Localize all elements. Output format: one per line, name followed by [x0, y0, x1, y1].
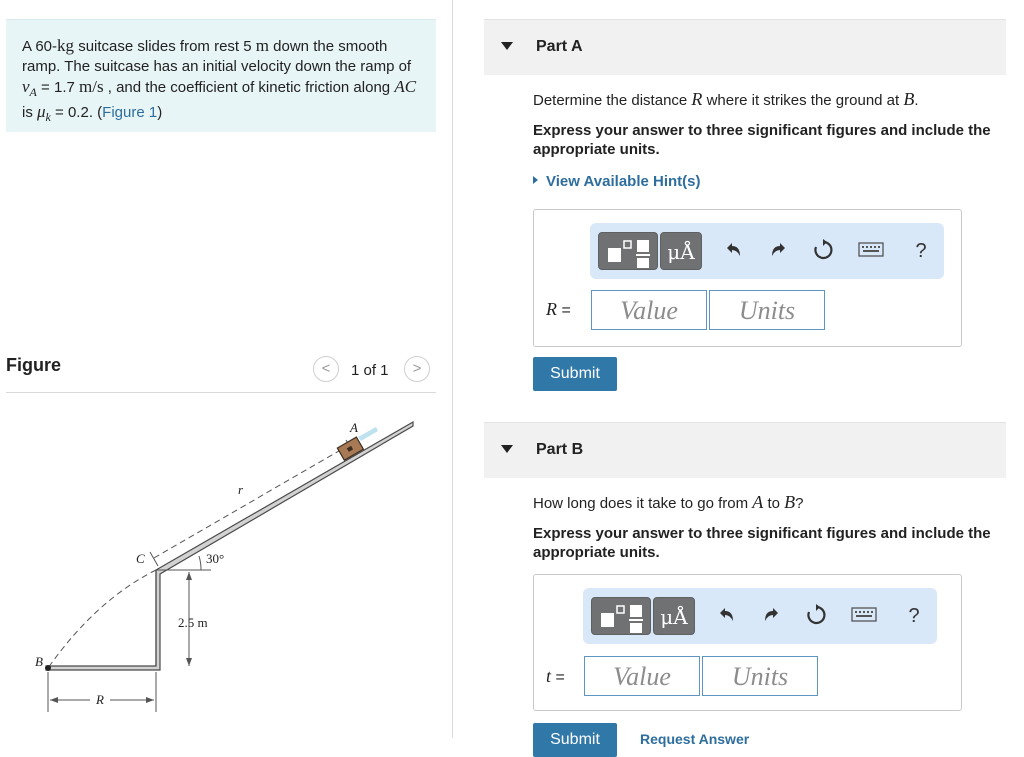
templates-button[interactable]: [591, 597, 651, 635]
part-a-label: Part A: [536, 38, 583, 55]
part-b-instructions: Express your answer to three significant…: [533, 525, 991, 561]
figure-divider: [6, 392, 436, 393]
keyboard-icon[interactable]: [849, 604, 879, 628]
part-a-submit-button[interactable]: Submit: [533, 357, 617, 391]
problem-statement: A 60-kg suitcase slides from rest 5 m do…: [6, 19, 436, 132]
help-icon[interactable]: ?: [908, 239, 934, 263]
part-a-question: Determine the distance R where it strike…: [533, 89, 919, 109]
part-a-units-input[interactable]: Units: [709, 290, 825, 330]
chevron-left-icon: <: [321, 360, 331, 377]
label-C: C: [136, 551, 145, 566]
figure-title: Figure: [6, 355, 62, 375]
fraction-template-icon: [601, 605, 643, 633]
figure-prev-button[interactable]: <: [313, 356, 339, 382]
part-a-answer-box: μÅ ? R = Value Units: [533, 209, 962, 347]
label-angle: 30°: [206, 551, 224, 566]
templates-button[interactable]: [598, 232, 658, 270]
reset-icon[interactable]: [803, 604, 829, 628]
part-a-value-input[interactable]: Value: [591, 290, 707, 330]
figure-next-button[interactable]: >: [404, 356, 430, 382]
trajectory-curve: [47, 569, 157, 669]
part-b-label: Part B: [536, 441, 584, 458]
column-divider: [452, 0, 453, 738]
label-r: r: [238, 482, 244, 497]
view-hints-link[interactable]: View Available Hint(s): [533, 173, 701, 190]
chevron-right-icon: >: [412, 360, 422, 377]
ramp-shape: [45, 420, 414, 671]
part-b-submit-button[interactable]: Submit: [533, 723, 617, 757]
part-a-toolbar: μÅ ?: [590, 223, 944, 279]
figure-pager: 1 of 1: [351, 362, 389, 379]
figure-link[interactable]: Figure 1: [102, 104, 157, 121]
label-R: R: [95, 692, 104, 707]
figure-header: Figure < 1 of 1 >: [6, 350, 436, 390]
request-answer-link[interactable]: Request Answer: [640, 731, 749, 747]
part-b-header[interactable]: Part B: [484, 422, 1006, 478]
redo-icon[interactable]: [759, 604, 785, 628]
help-icon[interactable]: ?: [901, 604, 927, 628]
fraction-template-icon: [608, 240, 650, 268]
part-b-answer-box: μÅ ? t = Value Units: [533, 574, 962, 711]
part-a-variable-label: R =: [546, 299, 571, 319]
part-a-instructions: Express your answer to three significant…: [533, 122, 991, 158]
part-a-header[interactable]: Part A: [484, 19, 1006, 75]
caret-down-icon: [501, 42, 513, 50]
part-b-variable-label: t =: [546, 666, 565, 686]
part-b-units-input[interactable]: Units: [702, 656, 818, 696]
redo-icon[interactable]: [766, 239, 792, 263]
label-height: 2.5 m: [178, 615, 208, 630]
undo-icon[interactable]: [720, 239, 746, 263]
part-b-question: How long does it take to go from A to B?: [533, 492, 804, 512]
units-button[interactable]: μÅ: [660, 232, 702, 270]
part-b-toolbar: μÅ ?: [583, 588, 937, 644]
caret-down-icon: [501, 445, 513, 453]
caret-right-icon: [533, 176, 538, 184]
undo-icon[interactable]: [713, 604, 739, 628]
units-button[interactable]: μÅ: [653, 597, 695, 635]
keyboard-icon[interactable]: [856, 239, 886, 263]
label-B: B: [35, 654, 43, 669]
label-A: A: [349, 420, 358, 435]
ramp-figure: A r C 30° 2.5 m B R: [35, 420, 414, 712]
part-b-value-input[interactable]: Value: [584, 656, 700, 696]
reset-icon[interactable]: [810, 239, 836, 263]
